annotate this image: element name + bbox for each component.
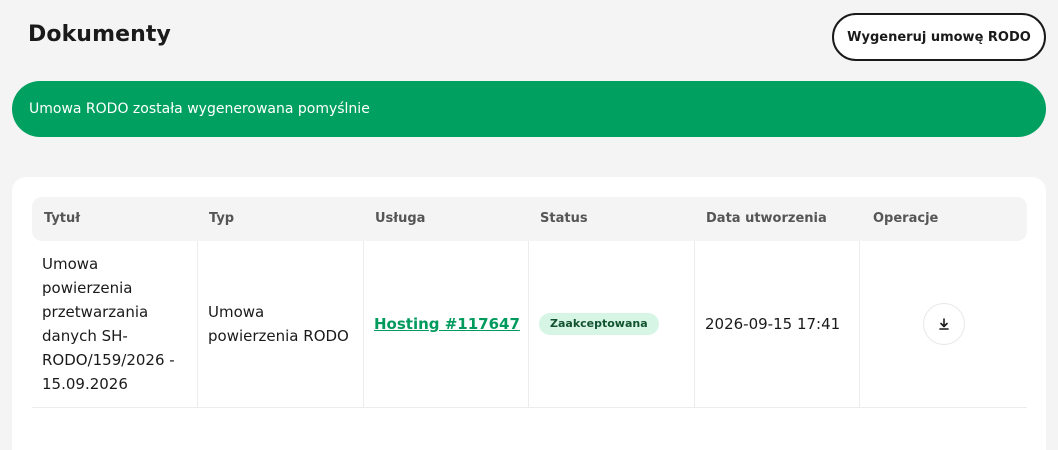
cell-operations bbox=[860, 241, 1027, 407]
page-title: Dokumenty bbox=[28, 22, 171, 47]
service-link[interactable]: Hosting #117647 bbox=[374, 315, 520, 333]
documents-card: Tytuł Typ Usługa Status Data utworzenia … bbox=[12, 177, 1046, 450]
cell-status: Zaakceptowana bbox=[529, 241, 695, 407]
column-header-title: Tytuł bbox=[44, 211, 81, 226]
column-header-service: Usługa bbox=[375, 211, 426, 226]
alert-message: Umowa RODO została wygenerowana pomyślni… bbox=[29, 101, 370, 117]
title-line: powierzenia bbox=[42, 279, 133, 297]
column-header-created: Data utworzenia bbox=[706, 211, 827, 226]
type-line: Umowa bbox=[208, 303, 265, 321]
title-line: RODO/159/2026 - bbox=[42, 351, 175, 369]
column-header-status: Status bbox=[540, 211, 588, 226]
generate-rodo-button[interactable]: Wygeneruj umowę RODO bbox=[832, 13, 1046, 61]
title-line: przetwarzania bbox=[42, 303, 149, 321]
column-header-operations: Operacje bbox=[873, 211, 939, 226]
cell-type: Umowa powierzenia RODO bbox=[198, 241, 364, 407]
cell-service: Hosting #117647 bbox=[364, 241, 529, 407]
download-button[interactable] bbox=[922, 303, 965, 345]
cell-title: Umowa powierzenia przetwarzania danych S… bbox=[32, 241, 198, 407]
status-badge: Zaakceptowana bbox=[539, 313, 659, 335]
title-line: 15.09.2026 bbox=[42, 375, 128, 393]
type-line: powierzenia RODO bbox=[208, 327, 349, 345]
table-row: Umowa powierzenia przetwarzania danych S… bbox=[32, 241, 1027, 408]
documents-page: Dokumenty Wygeneruj umowę RODO Umowa ROD… bbox=[0, 0, 1058, 450]
success-alert: Umowa RODO została wygenerowana pomyślni… bbox=[12, 81, 1046, 137]
title-line: Umowa bbox=[42, 255, 99, 273]
column-header-type: Typ bbox=[209, 211, 235, 226]
download-icon bbox=[938, 318, 949, 330]
created-date: 2026-09-15 17:41 bbox=[705, 315, 841, 333]
title-line: danych SH- bbox=[42, 327, 128, 345]
table-header: Tytuł Typ Usługa Status Data utworzenia … bbox=[32, 197, 1027, 241]
cell-created: 2026-09-15 17:41 bbox=[695, 241, 860, 407]
